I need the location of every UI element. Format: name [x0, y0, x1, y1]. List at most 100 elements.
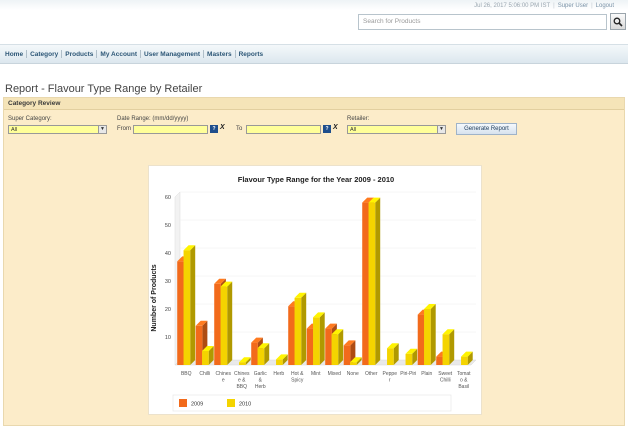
y-tick-label: 20	[165, 307, 171, 313]
bar-front	[362, 202, 369, 365]
chart-title: Flavour Type Range for the Year 2009 - 2…	[238, 175, 394, 184]
bar-front	[220, 286, 228, 365]
main-nav: Home Category Products My Account User M…	[0, 44, 628, 64]
from-date-input[interactable]	[133, 125, 208, 134]
top-bar: Jul 26, 2017 5:06:00 PM IST | Super User | L…	[0, 0, 628, 44]
from-label: From	[117, 126, 131, 132]
nav-divider	[140, 50, 142, 58]
legend-swatch	[179, 399, 187, 407]
y-tick-label: 60	[165, 195, 171, 201]
nav-category[interactable]: Category	[28, 51, 60, 58]
chart-container: Flavour Type Range for the Year 2009 - 2…	[148, 165, 482, 415]
nav-divider	[61, 50, 63, 58]
user-name-link[interactable]: Super User	[558, 3, 588, 9]
x-tick-label: Other	[365, 371, 378, 377]
x-tick-label: Plain	[421, 371, 432, 377]
bar-front	[294, 297, 302, 365]
nav-user-management[interactable]: User Management	[142, 51, 202, 58]
bar-front	[214, 283, 221, 365]
bar-2010	[368, 197, 381, 365]
clear-to-icon[interactable]: X	[333, 124, 338, 131]
x-tick-label: Garlic	[254, 371, 268, 377]
retailer-select[interactable]: All ▼	[347, 125, 446, 134]
bar-front	[276, 359, 283, 365]
x-tick-label: Piri-Piri	[400, 371, 416, 377]
bar-front	[313, 317, 320, 365]
bar-2010	[442, 329, 455, 365]
x-tick-label: e	[222, 378, 225, 384]
x-tick-label: BBQ	[181, 371, 192, 377]
super-category-label: Super Category:	[8, 116, 52, 122]
search-icon	[613, 17, 623, 27]
nav-my-account[interactable]: My Account	[98, 51, 139, 58]
x-tick-label: None	[347, 371, 359, 377]
bar-side	[449, 329, 455, 365]
nav-home[interactable]: Home	[3, 51, 25, 58]
chevron-down-icon: ▼	[437, 126, 445, 133]
bar-front	[424, 309, 431, 365]
search-button[interactable]	[610, 13, 626, 30]
bar-side	[430, 304, 436, 365]
super-category-select[interactable]: All ▼	[8, 125, 107, 134]
x-tick-label: Herb	[273, 371, 284, 377]
bar-front	[306, 328, 314, 365]
y-tick-label: 10	[165, 335, 171, 341]
bar-front	[288, 306, 295, 365]
bar-2010	[183, 245, 196, 365]
bar-front	[195, 325, 203, 365]
bar-side	[375, 197, 381, 365]
divider: |	[553, 3, 555, 9]
calendar-icon[interactable]: ?	[210, 125, 218, 133]
divider: |	[591, 3, 593, 9]
bar-front	[183, 250, 191, 365]
bar-side	[301, 292, 307, 365]
to-date-input[interactable]	[246, 125, 321, 134]
bar-front	[350, 362, 357, 365]
x-tick-label: Tomat	[457, 371, 471, 377]
nav-products[interactable]: Products	[63, 51, 95, 58]
calendar-icon[interactable]: ?	[323, 125, 331, 133]
bar-front	[239, 362, 246, 365]
bar-front	[257, 348, 265, 365]
nav-divider	[203, 50, 205, 58]
bar-2010	[294, 292, 307, 365]
panel-title: Category Review	[4, 98, 624, 110]
bar-2010	[331, 329, 344, 365]
x-tick-label: e &	[238, 378, 246, 384]
x-tick-label: Chines	[234, 371, 250, 377]
retailer-value: All	[350, 127, 357, 133]
nav-divider	[26, 50, 28, 58]
x-tick-label: Hot &	[291, 371, 304, 377]
y-axis-label: Number of Products	[151, 264, 158, 331]
super-category-value: All	[11, 127, 18, 133]
bar-front	[387, 348, 394, 365]
clear-from-icon[interactable]: X	[220, 124, 225, 131]
y-tick-label: 50	[165, 223, 171, 229]
logout-link[interactable]: Logout	[596, 3, 614, 9]
y-tick-label: 40	[165, 251, 171, 257]
bar-front	[202, 351, 209, 365]
bar-side	[190, 245, 196, 365]
bar-front	[405, 353, 413, 365]
x-tick-label: Peppe	[383, 371, 398, 377]
chevron-down-icon: ▼	[98, 126, 106, 133]
x-tick-label: o &	[460, 378, 468, 384]
x-tick-label: &	[259, 378, 263, 384]
bar-side	[227, 281, 233, 365]
x-tick-label: Sweet	[438, 371, 453, 377]
bar-front	[417, 314, 425, 365]
search-input[interactable]: Search for Products	[358, 14, 607, 30]
nav-masters[interactable]: Masters	[205, 51, 234, 58]
x-tick-label: Spicy	[291, 378, 304, 384]
retailer-label: Retailer:	[347, 116, 370, 122]
x-tick-label: Mixed	[328, 371, 342, 377]
x-tick-label: Herb	[255, 384, 266, 390]
to-label: To	[236, 126, 243, 132]
chart-legend	[172, 394, 452, 412]
generate-report-button[interactable]: Generate Report	[456, 123, 517, 135]
bar-2010	[424, 304, 436, 365]
bar-front	[442, 334, 450, 365]
bar-front	[436, 356, 443, 365]
legend-swatch	[227, 399, 235, 407]
nav-reports[interactable]: Reports	[237, 51, 266, 58]
